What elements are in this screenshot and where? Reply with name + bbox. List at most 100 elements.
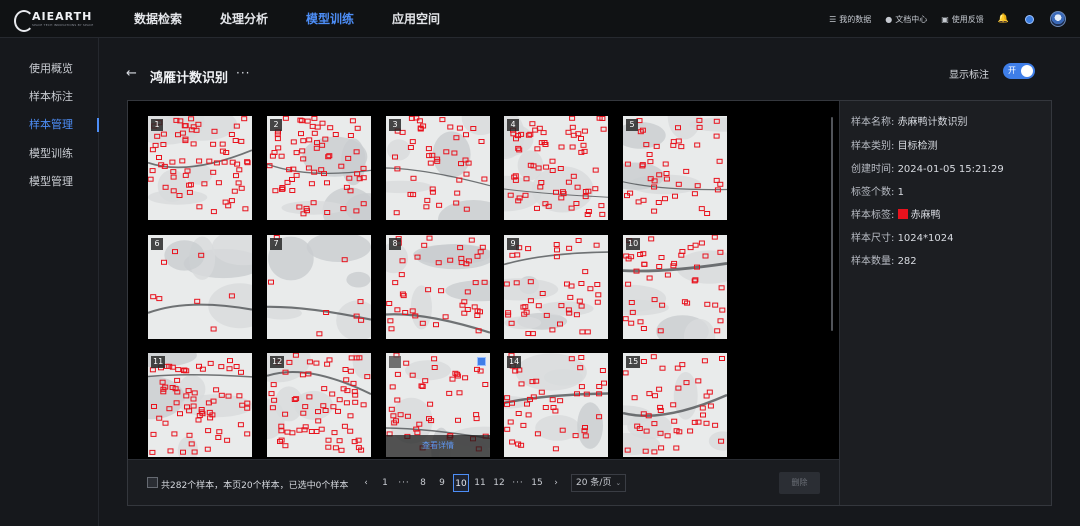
brand-name: AIEARTH: [32, 9, 93, 23]
sidebar-item-overview[interactable]: 使用概览: [0, 58, 99, 80]
satellite-image: [386, 116, 490, 220]
info-tag-value: 赤麻鸭: [910, 210, 941, 221]
sidebar-item-sample-management[interactable]: 样本管理: [0, 114, 99, 136]
thumbnail-index: 15: [626, 356, 641, 368]
thumbnail-index: 5: [626, 119, 638, 131]
logo[interactable]: AIEARTH SPACE TECH INNOVATIONS BY SPACE: [12, 8, 94, 32]
thumbnail-index: 3: [389, 119, 401, 131]
sample-thumbnail[interactable]: 9: [504, 235, 608, 339]
thumbnail-index: 12: [270, 356, 285, 368]
page-10-current[interactable]: 10: [453, 474, 469, 492]
sample-thumbnail[interactable]: 8: [386, 235, 490, 339]
sample-thumbnail[interactable]: 7: [267, 235, 371, 339]
grid-footer: 共282个样本，本页20个样本，已选中0个样本 ‹ 1 ··· 8 9 10 1…: [128, 459, 839, 505]
thumbnail-index: 7: [270, 238, 282, 250]
selection-summary: 共282个样本，本页20个样本，已选中0个样本: [161, 481, 349, 491]
sample-thumbnail[interactable]: 6: [148, 235, 252, 339]
sample-thumbnail[interactable]: 4: [504, 116, 608, 220]
page-9[interactable]: 9: [434, 474, 450, 492]
sample-thumbnail[interactable]: 3: [386, 116, 490, 220]
sample-thumbnail[interactable]: 5: [623, 116, 727, 220]
sample-thumbnail[interactable]: 1: [148, 116, 252, 220]
satellite-image: [148, 116, 252, 215]
satellite-image: [267, 235, 371, 339]
satellite-image: [504, 238, 608, 337]
info-tag-count-value: 1: [897, 187, 904, 198]
page-size-select[interactable]: 20 条/页 ⌄: [571, 474, 627, 492]
satellite-image: [148, 353, 252, 457]
sample-thumbnail[interactable]: 14: [504, 353, 608, 457]
page-15[interactable]: 15: [529, 474, 545, 492]
thumbnail-index: 11: [151, 356, 166, 368]
nav-app-space[interactable]: 应用空间: [392, 0, 440, 38]
info-tag-count: 标签个数: 1: [851, 183, 904, 198]
select-checkbox[interactable]: [477, 357, 486, 366]
top-bar: AIEARTH SPACE TECH INNOVATIONS BY SPACE …: [0, 0, 1080, 38]
satellite-image: [267, 116, 371, 220]
nav-model-training[interactable]: 模型训练: [306, 0, 354, 38]
docs-link[interactable]: ● 文档中心: [885, 14, 927, 25]
avatar[interactable]: [1050, 11, 1066, 27]
satellite-image: [148, 235, 252, 332]
my-data-label: 我的数据: [839, 14, 872, 24]
page-1[interactable]: 1: [377, 474, 393, 492]
satellite-image: [267, 353, 371, 453]
info-type: 样本类别: 目标检测: [851, 137, 938, 152]
sidebar: 使用概览 样本标注 样本管理 模型训练 模型管理: [0, 38, 99, 526]
thumbnail-index: 2: [270, 119, 282, 131]
brand-tagline: SPACE TECH INNOVATIONS BY SPACE: [32, 22, 94, 27]
page-11[interactable]: 11: [472, 474, 488, 492]
nav-processing[interactable]: 处理分析: [220, 0, 268, 38]
sidebar-item-model-management[interactable]: 模型管理: [0, 171, 99, 193]
info-tag: 样本标签: 赤麻鸭: [851, 206, 941, 221]
globe-icon[interactable]: [1025, 14, 1034, 24]
info-size: 样本尺寸: 1024*1024: [851, 229, 953, 244]
nav-data-search[interactable]: 数据检索: [134, 0, 182, 38]
info-tag-key: 样本标签:: [851, 210, 895, 221]
info-name-value: 赤麻鸭计数识别: [897, 117, 968, 128]
sample-thumbnail[interactable]: 2: [267, 116, 371, 220]
thumbnail-grid: 1 2 3 4 5 6 7 8 9 10 11 12 查看详情 14 15: [128, 101, 839, 459]
sample-thumbnail[interactable]: 查看详情: [386, 353, 490, 457]
satellite-image: [623, 354, 727, 456]
show-annotation-label: 显示标注: [949, 70, 989, 81]
sample-thumbnail[interactable]: 12: [267, 353, 371, 457]
back-arrow-icon[interactable]: ←: [126, 66, 137, 81]
prev-page-button[interactable]: ‹: [358, 474, 374, 492]
thumbnail-index: 1: [151, 119, 163, 131]
more-options-button[interactable]: ···: [236, 66, 250, 80]
satellite-image: [504, 353, 608, 452]
view-details-button[interactable]: 查看详情: [386, 435, 490, 457]
page-size-value: 20 条/页: [576, 478, 612, 488]
database-icon: ☰: [829, 14, 837, 24]
show-annotation-toggle[interactable]: 开: [1003, 63, 1035, 79]
thumbnail-index: 4: [507, 119, 519, 131]
sample-thumbnail[interactable]: 10: [623, 235, 727, 339]
page-ellipsis[interactable]: ···: [396, 474, 412, 492]
bell-icon[interactable]: 🔔: [998, 14, 1009, 24]
page-ellipsis[interactable]: ···: [510, 474, 526, 492]
chevron-down-icon: ⌄: [615, 479, 622, 487]
thumbnail-index: 6: [151, 238, 163, 250]
feedback-link[interactable]: ▣ 使用反馈: [941, 14, 984, 25]
info-created-value: 2024-01-05 15:21:29: [897, 164, 1004, 175]
info-count: 样本数量: 282: [851, 252, 917, 267]
thumbnail-index: 10: [626, 238, 641, 250]
my-data-link[interactable]: ☰ 我的数据: [829, 14, 871, 25]
toggle-state: 开: [1008, 66, 1016, 75]
sample-thumbnail[interactable]: 15: [623, 353, 727, 457]
feedback-label: 使用反馈: [951, 14, 984, 24]
thumbnail-index: 8: [389, 238, 401, 250]
feedback-icon: ▣: [941, 14, 949, 24]
next-page-button[interactable]: ›: [548, 474, 564, 492]
grid-scrollbar[interactable]: [831, 117, 833, 331]
info-size-key: 样本尺寸:: [851, 233, 895, 244]
sidebar-item-model-training[interactable]: 模型训练: [0, 143, 99, 165]
page-8[interactable]: 8: [415, 474, 431, 492]
delete-button[interactable]: 删除: [779, 472, 820, 494]
select-all-checkbox[interactable]: [147, 477, 158, 488]
info-count-key: 样本数量:: [851, 256, 895, 267]
sample-thumbnail[interactable]: 11: [148, 353, 252, 457]
sidebar-item-annotation[interactable]: 样本标注: [0, 86, 99, 108]
page-12[interactable]: 12: [491, 474, 507, 492]
